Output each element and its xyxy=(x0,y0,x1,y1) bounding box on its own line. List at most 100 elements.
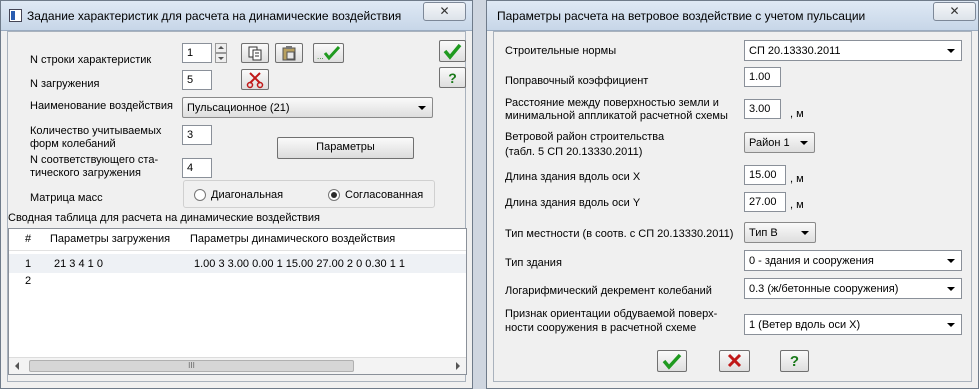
orientation-label-2: ности сооружения в расчетной схеме xyxy=(505,322,697,334)
copy-icon xyxy=(248,46,262,61)
orientation-value: 1 (Ветер вдоль оси X) xyxy=(749,319,861,331)
chevron-down-icon xyxy=(947,259,955,263)
building-type-select[interactable]: 0 - здания и сооружения xyxy=(744,250,962,271)
dynamic-characteristics-window: Задание характеристик для расчета на дин… xyxy=(0,0,473,389)
paste-icon xyxy=(282,46,296,61)
load-number-label: N загружения xyxy=(30,78,100,90)
scroll-thumb[interactable]: III xyxy=(29,360,354,372)
terrain-type-label: Тип местности (в соотв. с СП 20.13330.20… xyxy=(505,228,734,240)
decrement-select[interactable]: 0.3 (ж/бетонные сооружения) xyxy=(744,278,962,299)
chevron-down-icon xyxy=(800,141,808,145)
help-icon: ? xyxy=(789,353,800,370)
copy-row-button[interactable] xyxy=(241,43,269,63)
length-x-label: Длина здания вдоль оси X xyxy=(505,171,641,183)
row-number: 2 xyxy=(25,275,32,287)
ok-button[interactable] xyxy=(439,40,466,62)
load-number-field[interactable]: 5 xyxy=(182,70,212,90)
wind-region-label-2: (табл. 5 СП 20.13330.2011) xyxy=(505,146,643,158)
row-dynamic-params: 1.00 3 3.00 0.00 1 15.00 27.00 2 0 0.30 … xyxy=(194,258,406,270)
dialog-client: Строительные нормы СП 20.13330.2011 Попр… xyxy=(493,31,972,382)
length-x-field[interactable]: 15.00 xyxy=(744,165,786,185)
scroll-right-icon xyxy=(456,362,460,370)
building-type-label: Тип здания xyxy=(505,257,562,269)
mass-matrix-label: Матрица масс xyxy=(30,192,103,204)
table-header: # Параметры загружения Параметры динамич… xyxy=(9,229,466,251)
length-y-label: Длина здания вдоль оси Y xyxy=(505,197,641,209)
length-y-field[interactable]: 27.00 xyxy=(744,192,786,212)
distance-field[interactable]: 3.00 xyxy=(744,99,781,119)
parameters-button[interactable]: Параметры xyxy=(277,137,414,159)
wind-region-value: Район 1 xyxy=(749,137,790,149)
orientation-label-1: Признак ориентации обдуваемой поверх- xyxy=(505,308,718,320)
header-load-params[interactable]: Параметры загружения xyxy=(50,233,170,245)
impact-name-value: Пульсационное (21) xyxy=(187,102,290,114)
orientation-select[interactable]: 1 (Ветер вдоль оси X) xyxy=(744,314,962,335)
scroll-right-button[interactable] xyxy=(449,359,465,373)
dialog-client: N строки характеристик 1 ... N загружени… xyxy=(7,31,467,382)
delete-row-button[interactable] xyxy=(241,69,269,90)
distance-label-1: Расстояние между поверхностью земли и xyxy=(505,97,719,109)
ok-check-icon xyxy=(662,353,682,370)
row-number-label: N строки характеристик xyxy=(30,54,152,66)
radio-consistent-label[interactable]: Согласованная xyxy=(345,189,423,202)
scroll-left-button[interactable] xyxy=(10,359,26,373)
impact-name-label: Наименование воздействия xyxy=(30,100,173,112)
length-y-unit: , м xyxy=(790,199,804,211)
row-number-spinner[interactable] xyxy=(215,43,227,63)
close-button[interactable]: ✕ xyxy=(933,2,976,21)
row-load-params: 21 3 4 1 0 xyxy=(54,258,103,270)
title-bar[interactable]: Задание характеристик для расчета на дин… xyxy=(1,1,472,31)
modes-count-label-2: форм колебаний xyxy=(30,138,116,150)
ok-button[interactable] xyxy=(657,350,687,372)
terrain-type-select[interactable]: Тип В xyxy=(744,222,816,243)
help-button[interactable]: ? xyxy=(439,67,466,88)
radio-diagonal-label[interactable]: Диагональная xyxy=(211,189,283,202)
wind-region-select[interactable]: Район 1 xyxy=(744,132,815,153)
help-button[interactable]: ? xyxy=(780,350,809,372)
header-dynamic-params[interactable]: Параметры динамического воздействия xyxy=(190,233,395,245)
header-number[interactable]: # xyxy=(25,233,31,245)
summary-table[interactable]: # Параметры загружения Параметры динамич… xyxy=(8,228,467,375)
wind-region-label-1: Ветровой район строительства xyxy=(505,131,665,143)
close-button[interactable]: ✕ xyxy=(423,2,466,21)
apply-check-icon: ... xyxy=(317,45,341,61)
close-icon: ✕ xyxy=(949,4,960,18)
building-type-value: 0 - здания и сооружения xyxy=(749,255,874,267)
chevron-down-icon xyxy=(947,49,955,53)
radio-consistent[interactable] xyxy=(328,189,340,201)
correction-coef-field[interactable]: 1.00 xyxy=(744,67,781,87)
distance-unit: , м xyxy=(790,108,804,120)
norms-label: Строительные нормы xyxy=(505,45,617,57)
row-number: 1 xyxy=(25,258,32,270)
norms-select[interactable]: СП 20.13330.2011 xyxy=(744,40,962,61)
chevron-down-icon xyxy=(801,231,809,235)
decrement-value: 0.3 (ж/бетонные сооружения) xyxy=(749,283,899,295)
table-row[interactable]: 2 xyxy=(9,271,466,290)
horizontal-scrollbar[interactable]: III xyxy=(9,357,466,374)
spin-down-icon[interactable] xyxy=(215,53,227,63)
static-load-field[interactable]: 4 xyxy=(182,158,212,178)
impact-name-select[interactable]: Пульсационное (21) xyxy=(182,97,433,118)
chevron-down-icon xyxy=(947,287,955,291)
static-load-label-1: N соответствующего ста- xyxy=(30,154,159,166)
paste-row-button[interactable] xyxy=(275,43,303,63)
cancel-button[interactable] xyxy=(719,350,750,372)
apply-row-button[interactable]: ... xyxy=(313,43,344,63)
radio-diagonal[interactable] xyxy=(194,189,206,201)
app-icon xyxy=(9,9,22,22)
correction-coef-label: Поправочный коэффициент xyxy=(505,75,649,87)
norms-value: СП 20.13330.2011 xyxy=(749,45,841,57)
cancel-x-icon xyxy=(727,353,742,368)
window-title: Параметры расчета на ветровое воздействи… xyxy=(497,9,866,23)
scroll-left-icon xyxy=(15,362,19,370)
svg-text:...: ... xyxy=(317,52,324,61)
scroll-grip-icon: III xyxy=(188,361,195,370)
length-x-unit: , м xyxy=(790,173,804,185)
terrain-type-value: Тип В xyxy=(749,227,778,239)
spin-up-icon[interactable] xyxy=(215,43,227,53)
modes-count-field[interactable]: 3 xyxy=(182,125,212,145)
row-number-field[interactable]: 1 xyxy=(182,43,212,63)
help-icon: ? xyxy=(448,70,457,86)
modes-count-label-1: Количество учитываемых xyxy=(30,125,162,137)
title-bar[interactable]: Параметры расчета на ветровое воздействи… xyxy=(487,1,978,31)
